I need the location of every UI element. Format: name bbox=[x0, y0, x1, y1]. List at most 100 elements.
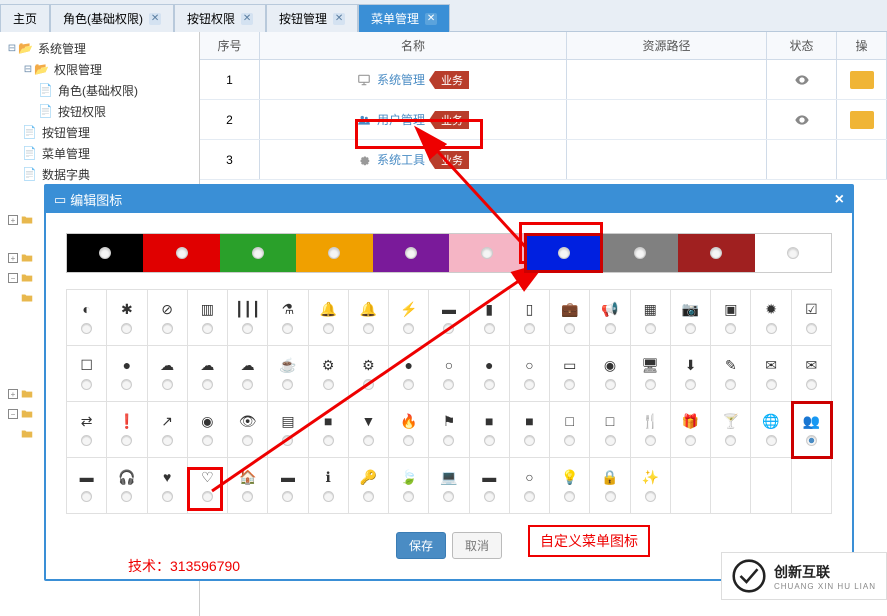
color-swatch[interactable] bbox=[373, 234, 449, 272]
credit-card-icon-option[interactable]: ▭ bbox=[550, 346, 590, 402]
cogs-icon-option[interactable]: ⚙ bbox=[349, 346, 389, 402]
cancel-button[interactable]: 取消 bbox=[452, 532, 502, 559]
eye-icon-option[interactable]: 👁 bbox=[228, 402, 268, 458]
food-icon-option[interactable]: 🍴 bbox=[631, 402, 671, 458]
heart-icon-option[interactable]: ♥ bbox=[148, 458, 188, 514]
lightbulb-icon-option[interactable]: 💡 bbox=[550, 458, 590, 514]
exclamation-icon-option[interactable]: ❗ bbox=[107, 402, 147, 458]
eye-slash-icon-option[interactable]: ◉ bbox=[188, 402, 228, 458]
bolt-icon-option[interactable]: ⚡ bbox=[389, 290, 429, 346]
ban-icon-option[interactable]: ⊘ bbox=[148, 290, 188, 346]
info-icon-option[interactable]: ℹ bbox=[309, 458, 349, 514]
check-icon-option[interactable]: ☑ bbox=[792, 290, 832, 346]
tree-system[interactable]: ⊟ 📂 系统管理 bbox=[6, 38, 193, 59]
beaker-icon-option[interactable]: ⚗ bbox=[268, 290, 308, 346]
color-swatch[interactable] bbox=[296, 234, 372, 272]
eye-icon[interactable] bbox=[767, 60, 837, 99]
tab-menu-mgr[interactable]: 菜单管理✕ bbox=[358, 4, 450, 32]
table-row[interactable]: 2 用户管理业务 bbox=[200, 100, 887, 140]
tab-btn-perm[interactable]: 按钮权限✕ bbox=[174, 4, 266, 32]
close-icon[interactable]: ✕ bbox=[333, 13, 345, 25]
briefcase-icon-option[interactable]: 💼 bbox=[550, 290, 590, 346]
certificate-icon-option[interactable]: ✹ bbox=[751, 290, 791, 346]
color-swatch[interactable] bbox=[755, 234, 831, 272]
close-button[interactable]: × bbox=[835, 191, 844, 209]
close-icon[interactable]: ✕ bbox=[241, 13, 253, 25]
close-icon[interactable]: ✕ bbox=[425, 13, 437, 25]
bell-alt-icon-option[interactable]: 🔔 bbox=[349, 290, 389, 346]
envelope-o-icon-option[interactable]: ✉ bbox=[792, 346, 832, 402]
folder-open-o-icon-option[interactable]: □ bbox=[590, 402, 630, 458]
comments-icon-option[interactable]: ● bbox=[470, 346, 510, 402]
color-swatch[interactable] bbox=[449, 234, 525, 272]
cloud-download-icon-option[interactable]: ☁ bbox=[188, 346, 228, 402]
bullhorn-icon-option[interactable]: 📢 bbox=[590, 290, 630, 346]
home-icon-option[interactable]: 🏠 bbox=[228, 458, 268, 514]
bookmark-icon-option[interactable]: ▮ bbox=[470, 290, 510, 346]
legal-icon-option[interactable]: ▬ bbox=[470, 458, 510, 514]
comment-icon-option[interactable]: ● bbox=[389, 346, 429, 402]
color-swatch[interactable] bbox=[220, 234, 296, 272]
desktop-icon-option[interactable]: 🖥 bbox=[631, 346, 671, 402]
external-icon-option[interactable]: ↗ bbox=[148, 402, 188, 458]
close-icon[interactable]: ✕ bbox=[149, 13, 161, 25]
tree-perm[interactable]: ⊟ 📂 权限管理 bbox=[6, 59, 193, 80]
table-row[interactable]: 3 系统工具业务 bbox=[200, 140, 887, 180]
cog-icon-option[interactable]: ⚙ bbox=[309, 346, 349, 402]
barcode-icon-option[interactable]: ┃┃┃ bbox=[228, 290, 268, 346]
eye-icon[interactable] bbox=[767, 100, 837, 139]
book-icon-option[interactable]: ▬ bbox=[429, 290, 469, 346]
save-button[interactable]: 保存 bbox=[396, 532, 446, 559]
color-swatch[interactable] bbox=[525, 234, 601, 272]
filter-icon-option[interactable]: ▼ bbox=[349, 402, 389, 458]
circle-icon-option[interactable]: ● bbox=[107, 346, 147, 402]
color-swatch[interactable] bbox=[602, 234, 678, 272]
calendar-icon-option[interactable]: ▦ bbox=[631, 290, 671, 346]
color-swatch[interactable] bbox=[143, 234, 219, 272]
check-empty-icon-option[interactable]: ☐ bbox=[67, 346, 107, 402]
bookmark-o-icon-option[interactable]: ▯ bbox=[510, 290, 550, 346]
inbox-icon-option[interactable]: ▬ bbox=[268, 458, 308, 514]
folder-icon-option[interactable]: ■ bbox=[470, 402, 510, 458]
tree-btnmgr[interactable]: 📄 按钮管理 bbox=[6, 122, 193, 143]
edit-icon-option[interactable]: ✎ bbox=[711, 346, 751, 402]
tree-menumgr[interactable]: 📄 菜单管理 bbox=[6, 143, 193, 164]
coffee-icon-option[interactable]: ☕ bbox=[268, 346, 308, 402]
headphones-icon-option[interactable]: 🎧 bbox=[107, 458, 147, 514]
tree-btnperm[interactable]: 📄 按钮权限 bbox=[6, 101, 193, 122]
gift-icon-option[interactable]: 🎁 bbox=[671, 402, 711, 458]
camera-retro-icon-option[interactable]: ▣ bbox=[711, 290, 751, 346]
tab-role[interactable]: 角色(基础权限)✕ bbox=[50, 4, 174, 32]
lock-icon-option[interactable]: 🔒 bbox=[590, 458, 630, 514]
fire-icon-option[interactable]: 🔥 bbox=[389, 402, 429, 458]
globe-icon-option[interactable]: 🌐 bbox=[751, 402, 791, 458]
tree-role[interactable]: 📄 角色(基础权限) bbox=[6, 80, 193, 101]
flag-icon-option[interactable]: ⚑ bbox=[429, 402, 469, 458]
comments-o-icon-option[interactable]: ○ bbox=[510, 346, 550, 402]
bar-chart-icon-option[interactable]: ▥ bbox=[188, 290, 228, 346]
dashboard-icon-option[interactable]: ◉ bbox=[590, 346, 630, 402]
heart-o-icon-option[interactable]: ♡ bbox=[188, 458, 228, 514]
group-icon-option[interactable]: 👥 bbox=[792, 402, 832, 458]
comment-o-icon-option[interactable]: ○ bbox=[429, 346, 469, 402]
camera-icon-option[interactable]: 📷 bbox=[671, 290, 711, 346]
adjust-icon-option[interactable]: ◐ bbox=[67, 290, 107, 346]
color-swatch[interactable] bbox=[67, 234, 143, 272]
lemon-icon-option[interactable]: ○ bbox=[510, 458, 550, 514]
folder-o-icon-option[interactable]: □ bbox=[550, 402, 590, 458]
exchange-icon-option[interactable]: ⇄ bbox=[67, 402, 107, 458]
cloud-icon-option[interactable]: ☁ bbox=[148, 346, 188, 402]
cloud-upload-icon-option[interactable]: ☁ bbox=[228, 346, 268, 402]
magic-icon-option[interactable]: ✨ bbox=[631, 458, 671, 514]
tab-btn-mgr[interactable]: 按钮管理✕ bbox=[266, 4, 358, 32]
leaf-icon-option[interactable]: 🍃 bbox=[389, 458, 429, 514]
key-icon-option[interactable]: 🔑 bbox=[349, 458, 389, 514]
film-icon-option[interactable]: ▤ bbox=[268, 402, 308, 458]
folder-open-icon-option[interactable]: ■ bbox=[510, 402, 550, 458]
download-icon-option[interactable]: ⬇ bbox=[671, 346, 711, 402]
facetime-icon-option[interactable]: ■ bbox=[309, 402, 349, 458]
action-button[interactable] bbox=[850, 111, 874, 129]
tree-dict[interactable]: 📄 数据字典 bbox=[6, 164, 193, 185]
glass-icon-option[interactable]: 🍸 bbox=[711, 402, 751, 458]
tab-home[interactable]: 主页 bbox=[0, 4, 50, 32]
